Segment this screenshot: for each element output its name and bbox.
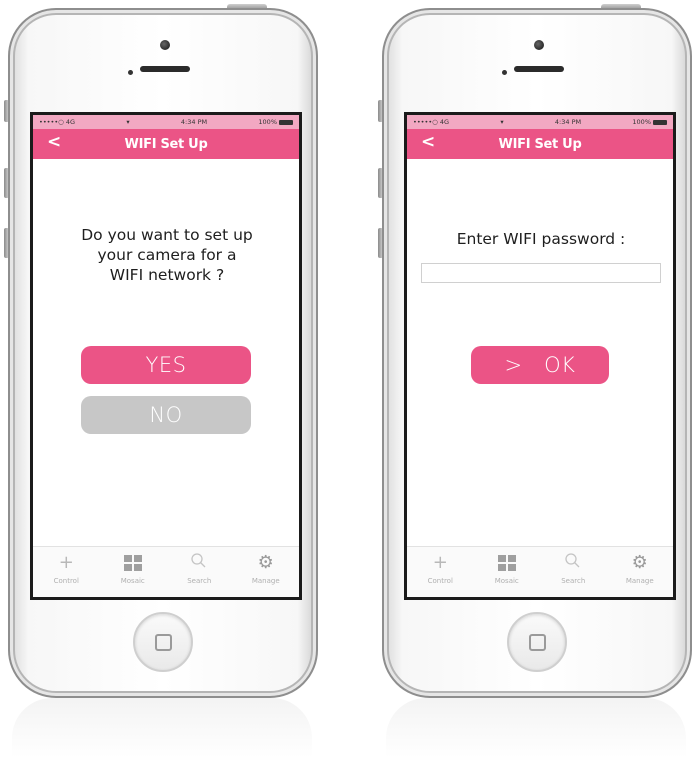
tab-label: Mosaic xyxy=(494,577,519,585)
screen-wifi-setup: •••••○ 4G ▾ 4:34 PM 100% < WIFI Set Up D… xyxy=(30,112,302,600)
proximity-sensor xyxy=(128,70,133,75)
battery-percent: 100% xyxy=(632,118,651,126)
ok-button[interactable]: > OK xyxy=(471,346,609,384)
phone-reflection xyxy=(12,698,312,758)
home-button[interactable] xyxy=(507,612,567,672)
battery-icon xyxy=(653,119,667,125)
tab-bar: + Control Mosaic Search ⚙ Manage xyxy=(407,546,673,597)
tab-label: Control xyxy=(427,577,453,585)
tab-label: Search xyxy=(561,577,586,585)
back-button[interactable]: < xyxy=(47,132,61,152)
plus-icon: + xyxy=(432,552,448,573)
search-icon xyxy=(543,552,603,574)
tab-manage[interactable]: ⚙ Manage xyxy=(236,547,296,585)
wifi-icon: ▾ xyxy=(500,118,504,126)
tab-mosaic[interactable]: Mosaic xyxy=(477,547,537,585)
search-icon xyxy=(169,552,229,574)
setup-question: Do you want to set up your camera for a … xyxy=(81,226,253,284)
tab-manage[interactable]: ⚙ Manage xyxy=(610,547,670,585)
grid-icon xyxy=(103,552,163,574)
battery-percent: 100% xyxy=(258,118,277,126)
tab-label: Mosaic xyxy=(120,577,145,585)
screen-wifi-password: •••••○ 4G ▾ 4:34 PM 100% < WIFI Set Up E… xyxy=(404,112,676,600)
password-input[interactable] xyxy=(421,263,661,283)
tab-mosaic[interactable]: Mosaic xyxy=(103,547,163,585)
gear-icon: ⚙ xyxy=(631,552,648,573)
home-button[interactable] xyxy=(133,612,193,672)
tab-search[interactable]: Search xyxy=(169,547,229,585)
phone-reflection xyxy=(386,698,686,758)
phone-right: •••••○ 4G ▾ 4:34 PM 100% < WIFI Set Up E… xyxy=(376,4,696,758)
tab-control[interactable]: + Control xyxy=(410,547,470,585)
gear-icon: ⚙ xyxy=(257,552,274,573)
wifi-icon: ▾ xyxy=(126,118,130,126)
home-square-icon xyxy=(155,634,172,651)
battery-indicator: 100% xyxy=(632,118,667,126)
nav-title: WIFI Set Up xyxy=(498,136,582,152)
tab-label: Manage xyxy=(625,577,654,585)
tab-label: Control xyxy=(53,577,79,585)
tab-label: Manage xyxy=(251,577,280,585)
password-prompt: Enter WIFI password : xyxy=(456,230,626,248)
earpiece-speaker xyxy=(140,66,190,72)
tab-bar: + Control Mosaic Search ⚙ Manage xyxy=(33,546,299,597)
carrier-signal: •••••○ 4G xyxy=(413,118,450,126)
status-time: 4:34 PM xyxy=(180,118,208,126)
battery-indicator: 100% xyxy=(258,118,293,126)
grid-icon xyxy=(477,552,537,574)
front-camera xyxy=(160,40,170,50)
yes-button[interactable]: YES xyxy=(81,346,251,384)
carrier-signal: •••••○ 4G xyxy=(39,118,76,126)
battery-icon xyxy=(279,119,293,125)
status-time: 4:34 PM xyxy=(554,118,582,126)
tab-label: Search xyxy=(187,577,212,585)
plus-icon: + xyxy=(58,552,74,573)
back-button[interactable]: < xyxy=(421,132,435,152)
earpiece-speaker xyxy=(514,66,564,72)
nav-title: WIFI Set Up xyxy=(124,136,208,152)
phone-left: •••••○ 4G ▾ 4:34 PM 100% < WIFI Set Up D… xyxy=(2,4,322,758)
tab-control[interactable]: + Control xyxy=(36,547,96,585)
tab-search[interactable]: Search xyxy=(543,547,603,585)
home-square-icon xyxy=(529,634,546,651)
status-bar: •••••○ 4G ▾ 4:34 PM 100% xyxy=(407,115,673,129)
proximity-sensor xyxy=(502,70,507,75)
no-button[interactable]: NO xyxy=(81,396,251,434)
status-bar: •••••○ 4G ▾ 4:34 PM 100% xyxy=(33,115,299,129)
nav-bar: < WIFI Set Up xyxy=(33,129,299,159)
front-camera xyxy=(534,40,544,50)
nav-bar: < WIFI Set Up xyxy=(407,129,673,159)
